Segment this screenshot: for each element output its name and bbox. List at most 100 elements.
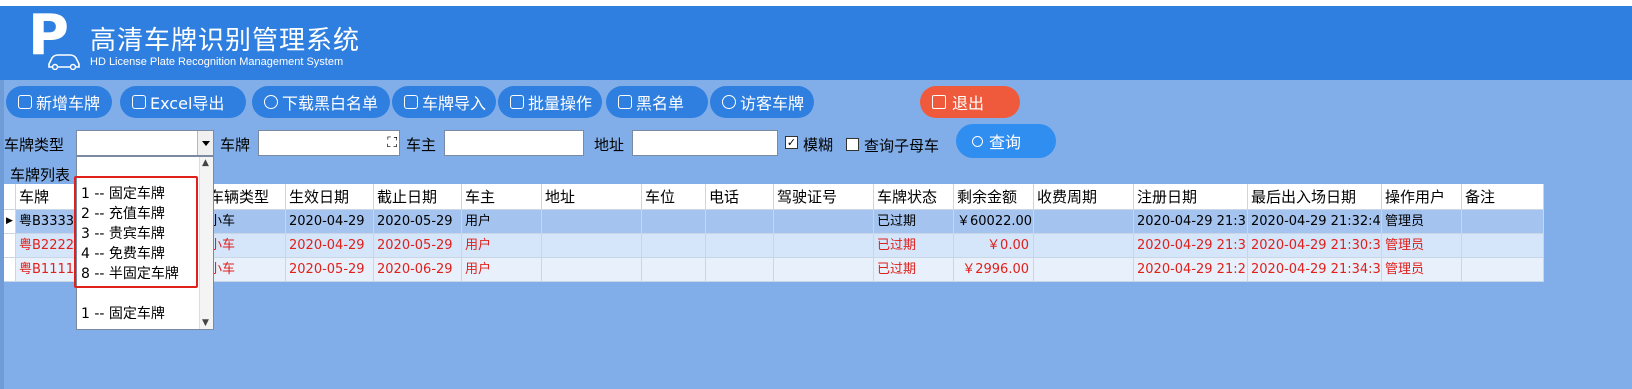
add-icon: [18, 95, 32, 109]
cell-last[interactable]: 2020-04-29 21:34:36: [1248, 258, 1382, 282]
cell-owner[interactable]: 用户: [462, 210, 542, 234]
cell-owner[interactable]: 用户: [462, 234, 542, 258]
exit-icon: [932, 95, 946, 109]
column-header[interactable]: 操作用户: [1382, 184, 1462, 210]
cell-spot[interactable]: [642, 258, 706, 282]
batch-operation-button[interactable]: 批量操作: [498, 86, 602, 118]
cell-status[interactable]: 已过期: [874, 234, 954, 258]
cell-balance[interactable]: ￥0.00: [954, 234, 1034, 258]
excel-icon: [132, 95, 146, 109]
cell-reg[interactable]: 2020-04-29 21:3: [1134, 234, 1248, 258]
cell-type[interactable]: 小车: [206, 258, 286, 282]
blacklist-icon: [618, 95, 632, 109]
column-header[interactable]: 车辆类型: [206, 184, 286, 210]
cell-end[interactable]: 2020-05-29: [374, 234, 462, 258]
cell-cycle[interactable]: [1034, 234, 1134, 258]
visitor-icon: [722, 95, 736, 109]
row-header: [4, 234, 16, 258]
cell-owner[interactable]: 用户: [462, 258, 542, 282]
cell-user[interactable]: 管理员: [1382, 210, 1462, 234]
column-header[interactable]: 驾驶证号: [774, 184, 874, 210]
cell-start[interactable]: 2020-04-29: [286, 210, 374, 234]
cell-balance[interactable]: ￥60022.00: [954, 210, 1034, 234]
cell-status[interactable]: 已过期: [874, 210, 954, 234]
column-header[interactable]: 车主: [462, 184, 542, 210]
column-header[interactable]: 车位: [642, 184, 706, 210]
cell-user[interactable]: 管理员: [1382, 258, 1462, 282]
column-header[interactable]: 电话: [706, 184, 774, 210]
sub-parent-checkbox[interactable]: [846, 138, 859, 151]
owner-input[interactable]: [444, 130, 584, 156]
app-header: P 高清车牌识别管理系统 HD License Plate Recognitio…: [0, 6, 1632, 80]
cell-note[interactable]: [1462, 210, 1544, 234]
cell-start[interactable]: 2020-05-29: [286, 258, 374, 282]
cell-address[interactable]: [542, 258, 642, 282]
cell-type[interactable]: 小车: [206, 210, 286, 234]
cell-end[interactable]: 2020-06-29: [374, 258, 462, 282]
highlight-box: [74, 176, 198, 288]
cell-last[interactable]: 2020-04-29 21:30:38: [1248, 234, 1382, 258]
column-header[interactable]: 生效日期: [286, 184, 374, 210]
column-header[interactable]: 车牌状态: [874, 184, 954, 210]
cell-cycle[interactable]: [1034, 210, 1134, 234]
cell-address[interactable]: [542, 234, 642, 258]
cell-reg[interactable]: 2020-04-29 21:2: [1134, 258, 1248, 282]
column-header[interactable]: 截止日期: [374, 184, 462, 210]
cell-spot[interactable]: [642, 210, 706, 234]
column-header[interactable]: 注册日期: [1134, 184, 1248, 210]
column-header[interactable]: 收费周期: [1034, 184, 1134, 210]
search-icon: [972, 135, 983, 147]
owner-label: 车主: [406, 136, 437, 154]
cell-phone[interactable]: [706, 234, 774, 258]
chevron-up-icon[interactable]: ▲: [202, 158, 209, 168]
cell-spot[interactable]: [642, 234, 706, 258]
download-list-button[interactable]: 下载黑白名单: [252, 86, 390, 118]
cell-license[interactable]: [774, 258, 874, 282]
cell-user[interactable]: 管理员: [1382, 234, 1462, 258]
plate-label: 车牌: [220, 136, 251, 154]
cell-license[interactable]: [774, 210, 874, 234]
dropdown-option[interactable]: 1 -- 固定车牌: [81, 303, 165, 323]
cell-cycle[interactable]: [1034, 258, 1134, 282]
add-plate-label: 新增车牌: [36, 94, 101, 113]
app-subtitle: HD License Plate Recognition Management …: [90, 56, 344, 68]
cell-start[interactable]: 2020-04-29: [286, 234, 374, 258]
cell-license[interactable]: [774, 234, 874, 258]
cell-status[interactable]: 已过期: [874, 258, 954, 282]
plate-type-combo[interactable]: [76, 130, 214, 156]
cell-end[interactable]: 2020-05-29: [374, 210, 462, 234]
column-header[interactable]: 最后出入场日期: [1248, 184, 1382, 210]
cell-reg[interactable]: 2020-04-29 21:3: [1134, 210, 1248, 234]
chevron-down-icon[interactable]: [197, 131, 213, 155]
column-header[interactable]: 剩余金额: [954, 184, 1034, 210]
cell-note[interactable]: [1462, 258, 1544, 282]
chevron-down-icon[interactable]: ▼: [202, 318, 209, 328]
car-icon: [48, 54, 80, 70]
panel-title: 车牌列表: [10, 166, 71, 184]
batch-operation-label: 批量操作: [528, 94, 593, 113]
visitor-plate-label: 访客车牌: [740, 94, 805, 113]
import-plate-button[interactable]: 车牌导入: [392, 86, 496, 118]
blacklist-button[interactable]: 黑名单: [606, 86, 708, 118]
binoculars-icon[interactable]: ⛶: [387, 135, 397, 151]
visitor-plate-button[interactable]: 访客车牌: [710, 86, 814, 118]
plate-type-label: 车牌类型: [4, 136, 65, 154]
column-header[interactable]: 地址: [542, 184, 642, 210]
blacklist-label: 黑名单: [636, 94, 685, 113]
add-plate-button[interactable]: 新增车牌: [6, 86, 112, 118]
excel-export-button[interactable]: Excel导出: [120, 86, 246, 118]
cell-last[interactable]: 2020-04-29 21:32:44: [1248, 210, 1382, 234]
exit-button[interactable]: 退出: [920, 86, 1020, 118]
plate-input[interactable]: ⛶: [258, 130, 400, 156]
cell-phone[interactable]: [706, 210, 774, 234]
cell-balance[interactable]: ￥2996.00: [954, 258, 1034, 282]
fuzzy-checkbox[interactable]: ✓: [785, 136, 798, 149]
cell-phone[interactable]: [706, 258, 774, 282]
address-input[interactable]: [632, 130, 778, 156]
query-button[interactable]: 查询: [956, 124, 1056, 158]
column-header[interactable]: 备注: [1462, 184, 1544, 210]
cell-note[interactable]: [1462, 234, 1544, 258]
cell-address[interactable]: [542, 210, 642, 234]
cell-type[interactable]: 小车: [206, 234, 286, 258]
dropdown-scrollbar[interactable]: ▲ ▼: [199, 157, 213, 329]
